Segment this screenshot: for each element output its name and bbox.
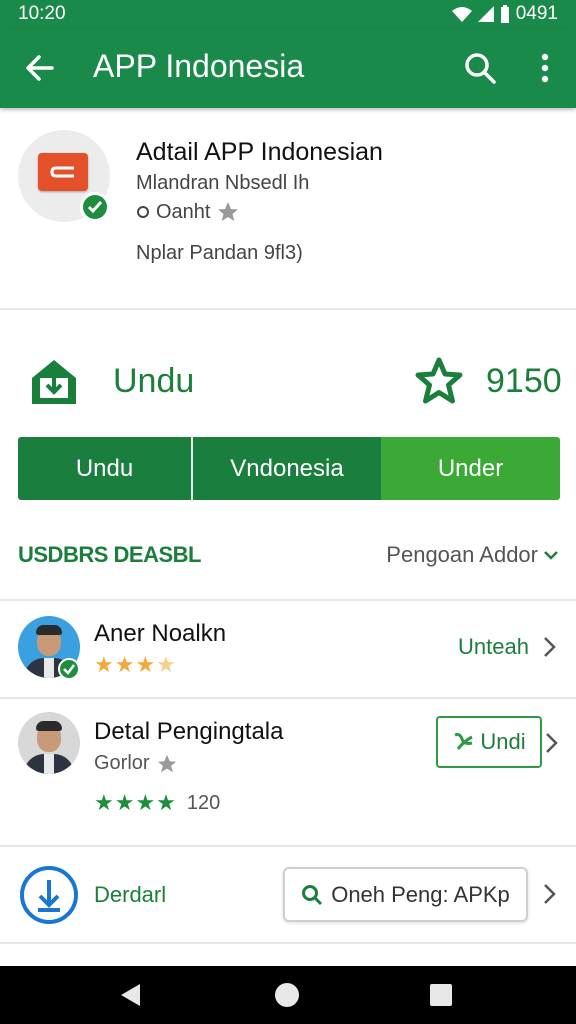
reviewer-name: Aner Noalkn [94, 620, 227, 647]
undi-button[interactable]: Undi [436, 716, 542, 768]
avatar [18, 712, 80, 774]
battery-icon [500, 5, 509, 23]
tab-vndonesia[interactable]: Vndonesia [193, 437, 381, 500]
verified-badge-icon [80, 192, 110, 222]
chevron-right-icon[interactable] [540, 636, 558, 658]
system-nav-bar [0, 966, 576, 1024]
install-label[interactable]: Undu [113, 362, 194, 401]
app-subtitle: Nplar Pandan 9fl3) [136, 242, 303, 264]
divider [0, 942, 576, 944]
section-header: USDBRS DEASBL Pengoan Addor [18, 540, 558, 572]
download-label[interactable]: Derdarl [94, 882, 166, 908]
stars-green: ★★★★ [94, 790, 177, 815]
app-logo-glyph-icon [50, 166, 74, 178]
nav-home-icon[interactable] [275, 983, 299, 1007]
tab-undu[interactable]: Undu [18, 437, 193, 500]
search-icon [302, 884, 323, 905]
more-vert-icon[interactable] [530, 50, 560, 86]
nav-recent-icon[interactable] [430, 984, 452, 1006]
reviewer-name: Detal Pengingtala [94, 718, 284, 745]
install-icon[interactable] [28, 356, 80, 408]
chevron-right-icon[interactable] [540, 883, 558, 905]
app-title: Adtail APP Indonesian [136, 138, 383, 166]
review-count: 120 [186, 791, 221, 814]
star-outline-icon [415, 357, 463, 404]
search-apk-button[interactable]: Oneh Peng: APKp [283, 867, 528, 922]
app-header: Adtail APP Indonesian Mlandran Nbsedl Ih… [0, 110, 576, 310]
rating-number: 9150 [486, 362, 562, 400]
app-icon [18, 130, 110, 222]
verified-badge-icon [58, 658, 80, 680]
app-logo [38, 153, 88, 191]
undi-button-label: Undi [480, 729, 526, 754]
status-time: 10:20 [18, 3, 66, 24]
review-item[interactable]: Aner Noalkn ★★★★ Unteah [0, 600, 576, 696]
review-link[interactable]: Unteah [458, 634, 529, 660]
section-sort-label: Pengoan Addor [386, 542, 538, 567]
chevron-right-icon[interactable] [542, 732, 560, 754]
status-bar: 10:20 0491 [0, 0, 576, 28]
star-icon [218, 202, 239, 221]
status-text: 0491 [515, 3, 558, 24]
reviewer-meta: Gorlor [94, 752, 178, 775]
nav-back-icon[interactable] [118, 982, 142, 1008]
chevron-down-icon [544, 551, 558, 560]
section-sort-dropdown[interactable]: Pengoan Addor [386, 542, 558, 568]
status-icons: 0491 [451, 3, 558, 25]
puzzle-icon [454, 733, 474, 750]
app-bar: APP Indonesia [0, 28, 576, 108]
wifi-icon [451, 7, 472, 22]
search-apk-label: Oneh Peng: APKp [331, 881, 510, 907]
tab-under[interactable]: Under [381, 437, 560, 500]
tab-bar: Undu Vndonesia Under [18, 437, 560, 500]
reviewer-meta-text: Gorlor [94, 752, 150, 774]
app-rating-text: Oanht [156, 200, 211, 223]
app-developer[interactable]: Mlandran Nbsedl Ih [136, 172, 309, 195]
app-rating: Oanht [136, 200, 240, 224]
back-arrow-icon[interactable] [22, 50, 58, 86]
section-title: USDBRS DEASBL [18, 542, 201, 567]
star-rating: ★★★★ [94, 652, 177, 677]
star-rating: ★★★★ 120 [94, 790, 220, 816]
download-icon[interactable] [18, 864, 80, 926]
install-row: Undu 9150 [0, 350, 576, 420]
dot-icon [137, 206, 149, 218]
signal-icon [477, 6, 494, 22]
star-icon [157, 754, 176, 772]
page-title: APP Indonesia [93, 48, 305, 84]
search-icon[interactable] [462, 50, 498, 86]
